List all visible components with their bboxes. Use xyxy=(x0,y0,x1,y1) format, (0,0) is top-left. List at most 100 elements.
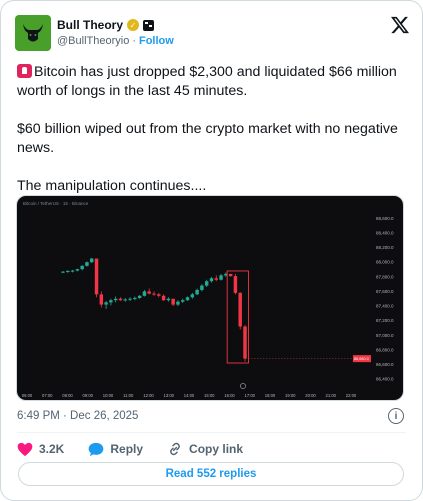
candle-body xyxy=(238,292,242,327)
y-tick-label: 86,800.0 xyxy=(376,347,394,352)
candle-body xyxy=(200,285,204,290)
x-tick-label: 15:00 xyxy=(204,393,215,398)
candle-body xyxy=(113,298,118,301)
avatar[interactable] xyxy=(15,15,51,51)
tweet-header: Bull Theory ✓ @BullTheoryio · Follow xyxy=(15,13,410,53)
y-tick-label: 87,400.0 xyxy=(376,304,394,309)
candle-body xyxy=(104,302,108,305)
x-logo-icon[interactable] xyxy=(390,15,410,35)
reply-action[interactable]: Reply xyxy=(88,442,143,457)
clock-icon xyxy=(240,383,246,389)
candle-body xyxy=(185,297,190,301)
x-tick-label: 10:00 xyxy=(103,393,114,398)
affiliation-badge-icon xyxy=(143,19,155,31)
candle-body xyxy=(190,294,195,298)
handle-row: @BullTheoryio · Follow xyxy=(57,35,174,47)
candle-body xyxy=(90,258,94,263)
x-tick-label: 12:00 xyxy=(143,393,154,398)
candle-body xyxy=(66,270,70,272)
candle-body xyxy=(204,281,209,286)
tweet-timestamp[interactable]: 6:49 PM · Dec 26, 2025 xyxy=(17,410,138,422)
tweet-paragraph-3: The manipulation continues.... xyxy=(17,178,207,194)
x-tick-label: 07:00 xyxy=(42,393,53,398)
candle-body xyxy=(118,298,123,301)
candle-body xyxy=(80,265,84,270)
candle-body xyxy=(214,278,218,280)
candle-body xyxy=(228,273,233,277)
copy-link-label: Copy link xyxy=(189,442,244,456)
candle-body xyxy=(75,269,80,271)
candle-body xyxy=(195,289,199,295)
action-bar: 3.2K Reply Copy link xyxy=(17,439,243,459)
price-label: 86,680.0 xyxy=(354,357,369,361)
tweet-paragraph-2: $60 billion wiped out from the crypto ma… xyxy=(17,121,398,156)
y-tick-label: 88,200.0 xyxy=(376,245,394,250)
tweet-line-1: Bitcoin has just dropped $2,300 and liqu… xyxy=(17,64,397,99)
candlestick-chart: Bitcoin / TetherUS · 15 · Binance 88,600.… xyxy=(22,201,394,398)
x-tick-label: 14:00 xyxy=(184,393,195,398)
candle-body xyxy=(133,298,137,299)
candle-body xyxy=(243,326,247,359)
x-tick-label: 06:00 xyxy=(22,393,33,398)
y-tick-label: 87,000.0 xyxy=(376,333,394,338)
candle-body xyxy=(109,300,113,303)
y-tick-label: 87,800.0 xyxy=(376,274,394,279)
x-tick-label: 13:00 xyxy=(164,393,175,398)
chart-series-label: Bitcoin / TetherUS · 15 · Binance xyxy=(23,201,89,206)
candle-body xyxy=(219,275,223,280)
x-tick-label: 21:00 xyxy=(326,393,337,398)
tweet-paragraph-1: Bitcoin has just dropped $2,300 and liqu… xyxy=(17,63,409,101)
candle-body xyxy=(128,298,132,300)
y-tick-label: 88,000.0 xyxy=(376,260,394,265)
like-action[interactable]: 3.2K xyxy=(17,442,64,457)
copy-link-action[interactable]: Copy link xyxy=(167,441,243,457)
siren-icon xyxy=(17,64,32,78)
x-tick-label: 18:00 xyxy=(265,393,276,398)
handle-separator: · xyxy=(132,35,136,47)
candle-body xyxy=(147,291,151,294)
candle-body xyxy=(123,299,127,301)
y-tick-label: 86,600.0 xyxy=(376,362,394,367)
y-tick-label: 88,400.0 xyxy=(376,230,394,235)
info-icon[interactable]: i xyxy=(388,408,404,424)
read-replies-button[interactable]: Read 552 replies xyxy=(18,462,404,486)
tweet-body: Bitcoin has just dropped $2,300 and liqu… xyxy=(17,63,409,215)
chart-image[interactable]: Bitcoin / TetherUS · 15 · Binance 88,600.… xyxy=(16,195,404,401)
candle-body xyxy=(171,298,175,305)
tweet-card: Bull Theory ✓ @BullTheoryio · Follow Bit… xyxy=(0,0,423,501)
candle-body xyxy=(152,293,156,295)
candle-body xyxy=(209,278,214,282)
like-count: 3.2K xyxy=(39,442,65,456)
divider xyxy=(17,432,406,433)
candle-body xyxy=(233,276,238,293)
x-tick-label: 08:00 xyxy=(62,393,73,398)
candle-body xyxy=(142,291,147,296)
x-tick-label: 16:00 xyxy=(224,393,235,398)
candle-body xyxy=(176,301,180,305)
x-tick-label: 22:00 xyxy=(346,393,357,398)
verified-badge-icon: ✓ xyxy=(127,19,140,31)
candle-body xyxy=(137,295,142,298)
reply-bubble-icon xyxy=(89,442,104,456)
follow-link[interactable]: Follow xyxy=(139,35,174,47)
x-tick-label: 20:00 xyxy=(305,393,316,398)
author-handle[interactable]: @BullTheoryio xyxy=(57,35,129,47)
x-tick-label: 11:00 xyxy=(123,393,134,398)
x-tick-label: 09:00 xyxy=(83,393,94,398)
candle-body xyxy=(166,298,171,301)
bull-logo-icon xyxy=(23,24,43,42)
candle-body xyxy=(61,271,65,273)
link-icon xyxy=(170,442,180,456)
candle-body xyxy=(161,295,166,301)
y-tick-label: 87,600.0 xyxy=(376,289,394,294)
reply-label: Reply xyxy=(110,442,144,456)
candle-body xyxy=(94,258,99,295)
candle-body xyxy=(99,294,104,305)
candle-body xyxy=(85,262,89,266)
candle-body xyxy=(70,270,75,272)
heart-icon xyxy=(17,442,33,456)
y-tick-label: 86,400.0 xyxy=(376,377,394,382)
author-name[interactable]: Bull Theory xyxy=(57,18,123,32)
y-tick-label: 88,600.0 xyxy=(376,216,394,221)
x-tick-label: 19:00 xyxy=(285,393,296,398)
